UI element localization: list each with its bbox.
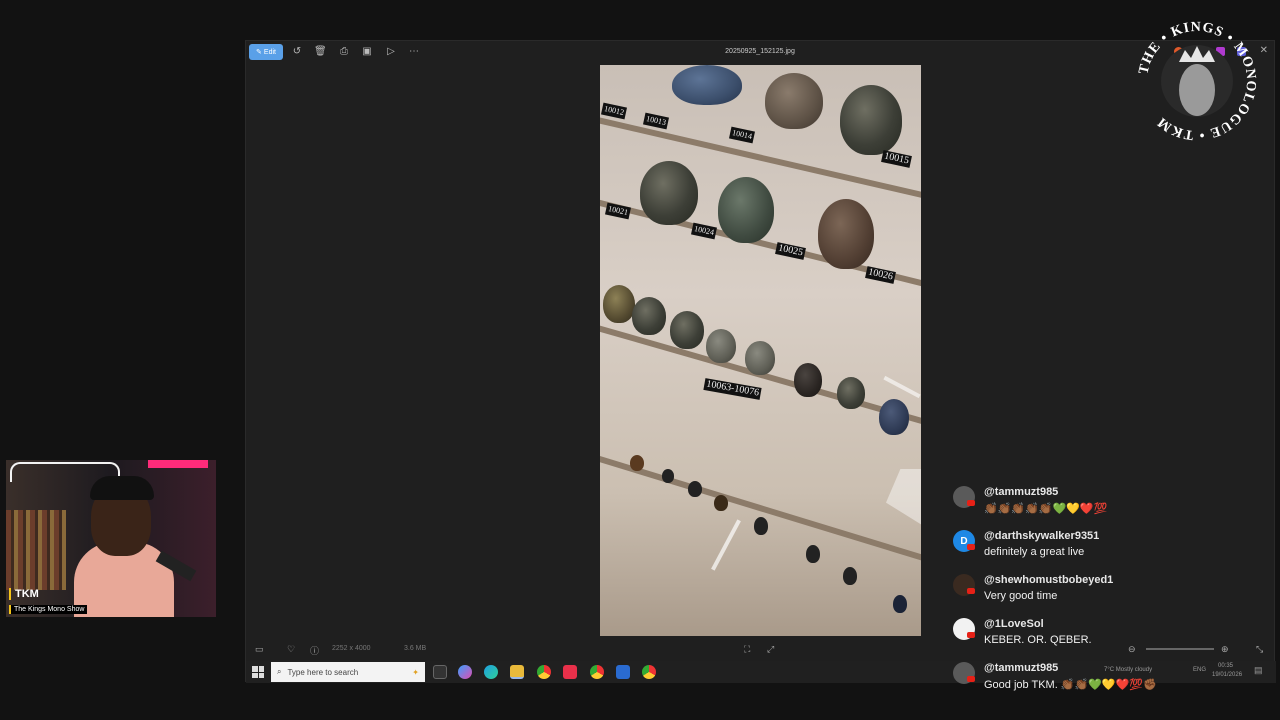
live-chat-overlay: @tammuzt985 👏🏾👏🏾👏🏾👏🏾👏🏾💚💛❤️💯 D @darthskywalk… bbox=[950, 482, 1270, 702]
kings-monologue-logo: THE • KINGS • MONOLOGUE • TKM bbox=[1136, 20, 1257, 142]
full-screen-icon[interactable]: ⤢ bbox=[767, 644, 774, 655]
photo-viewer-image[interactable]: 10012 10013 10014 10015 10021 10024 1002… bbox=[600, 65, 921, 636]
scarab bbox=[745, 341, 775, 375]
scarab bbox=[632, 297, 666, 335]
youtube-badge-icon bbox=[967, 632, 975, 638]
scarab bbox=[662, 469, 674, 483]
xsplit-icon[interactable] bbox=[563, 665, 577, 679]
glass-reflection bbox=[883, 375, 921, 399]
museum-label: 10021 bbox=[605, 202, 631, 220]
sparkle-icon: ✦ bbox=[412, 667, 419, 677]
chat-text: definitely a great live bbox=[984, 546, 1085, 558]
museum-label: 10025 bbox=[775, 242, 806, 260]
chat-message: @tammuzt985 Good job TKM. 👏🏾👏🏾💚💛❤️💯✊🏾 bbox=[950, 658, 1270, 702]
chrome-profile-icon[interactable] bbox=[642, 665, 656, 679]
scarab bbox=[630, 455, 644, 471]
youtube-badge-icon bbox=[967, 588, 975, 594]
scarab bbox=[840, 85, 902, 155]
museum-label: 10013 bbox=[643, 112, 669, 130]
scarab bbox=[837, 377, 865, 409]
scarab bbox=[765, 73, 823, 129]
fit-screen-icon[interactable]: ⛶ bbox=[744, 644, 750, 655]
pink-light bbox=[148, 460, 208, 468]
chat-message: @tammuzt985 👏🏾👏🏾👏🏾👏🏾👏🏾💚💛❤️💯 bbox=[950, 482, 1270, 526]
chat-author: @tammuzt985 bbox=[984, 662, 1059, 674]
host-name-tag: TKM bbox=[9, 588, 39, 600]
search-placeholder: Type here to search bbox=[287, 667, 359, 677]
youtube-badge-icon bbox=[967, 544, 975, 550]
bookshelf bbox=[6, 510, 66, 590]
glass-reflection bbox=[886, 469, 921, 525]
chrome-profile-icon[interactable] bbox=[590, 665, 604, 679]
scarab bbox=[794, 363, 822, 397]
file-explorer-icon[interactable] bbox=[510, 665, 524, 679]
scarab bbox=[672, 65, 742, 105]
scarab bbox=[754, 517, 768, 535]
scarab bbox=[714, 495, 728, 511]
webcam-overlay: TKM The Kings Mono Show bbox=[6, 460, 216, 617]
museum-label: 10012 bbox=[601, 102, 627, 120]
scarab bbox=[670, 311, 704, 349]
museum-label: 10026 bbox=[865, 266, 896, 284]
info-icon[interactable]: ⓘ bbox=[310, 644, 319, 657]
taskbar-search-box[interactable]: ⌕ Type here to search ✦ bbox=[271, 662, 425, 682]
youtube-badge-icon bbox=[967, 500, 975, 506]
scarab bbox=[640, 161, 698, 225]
photos-toolbar: ✎ Edit ↺ 🗑 ⎙ ▣ ▷ ⋯ 20250925_152125.jpg ✕ bbox=[246, 41, 1274, 63]
scarab bbox=[706, 329, 736, 363]
scarab bbox=[843, 567, 857, 585]
glass-reflection bbox=[711, 519, 741, 571]
chat-text: Very good time bbox=[984, 590, 1058, 602]
image-dimensions: 2252 x 4000 bbox=[332, 645, 371, 652]
chat-author: @1LoveSol bbox=[984, 618, 1044, 630]
chat-text: 👏🏾👏🏾👏🏾👏🏾👏🏾💚💛❤️💯 bbox=[984, 503, 1108, 515]
chat-message: @shewhomustbobeyed1 Very good time bbox=[950, 570, 1270, 614]
museum-label: 10014 bbox=[729, 126, 755, 144]
photos-taskbar-icon[interactable] bbox=[616, 665, 630, 679]
scarab bbox=[688, 481, 702, 497]
chat-message: @1LoveSol KEBER. OR. QEBER. bbox=[950, 614, 1270, 658]
chat-author: @darthskywalker9351 bbox=[984, 530, 1100, 542]
task-view-icon[interactable] bbox=[433, 665, 447, 679]
chat-text: KEBER. OR. QEBER. bbox=[984, 634, 1092, 646]
chat-author: @shewhomustbobeyed1 bbox=[984, 574, 1114, 586]
windows-start-icon[interactable] bbox=[252, 666, 264, 678]
host-cap bbox=[90, 476, 154, 500]
search-icon: ⌕ bbox=[277, 667, 282, 676]
scarab bbox=[818, 199, 874, 269]
favorite-icon[interactable]: ♡ bbox=[287, 644, 295, 655]
shelf bbox=[600, 450, 921, 567]
museum-label: 10015 bbox=[881, 150, 912, 168]
file-title: 20250925_152125.jpg bbox=[725, 48, 795, 55]
chrome-icon[interactable] bbox=[537, 665, 551, 679]
edge-icon[interactable] bbox=[484, 665, 498, 679]
shelf bbox=[600, 320, 921, 431]
chat-message: D @darthskywalker9351 definitely a great l… bbox=[950, 526, 1270, 570]
close-icon[interactable]: ✕ bbox=[1260, 45, 1268, 56]
scarab bbox=[718, 177, 774, 243]
museum-label: 10024 bbox=[691, 222, 717, 240]
scarab bbox=[806, 545, 820, 563]
scarab bbox=[893, 595, 907, 613]
copilot-taskbar-icon[interactable] bbox=[458, 665, 472, 679]
scarab bbox=[603, 285, 635, 323]
museum-range-label: 10063-10076 bbox=[703, 378, 762, 400]
show-name-tag: The Kings Mono Show bbox=[9, 605, 88, 614]
chat-author: @tammuzt985 bbox=[984, 486, 1059, 498]
stream-layout: ✎ Edit ↺ 🗑 ⎙ ▣ ▷ ⋯ 20250925_152125.jpg ✕ bbox=[0, 0, 1280, 720]
chat-text: Good job TKM. 👏🏾👏🏾💚💛❤️💯✊🏾 bbox=[984, 679, 1157, 691]
filmstrip-icon[interactable]: ▭ bbox=[255, 644, 264, 655]
image-file-size: 3.6 MB bbox=[404, 645, 427, 652]
youtube-badge-icon bbox=[967, 676, 975, 682]
scarab bbox=[879, 399, 909, 435]
